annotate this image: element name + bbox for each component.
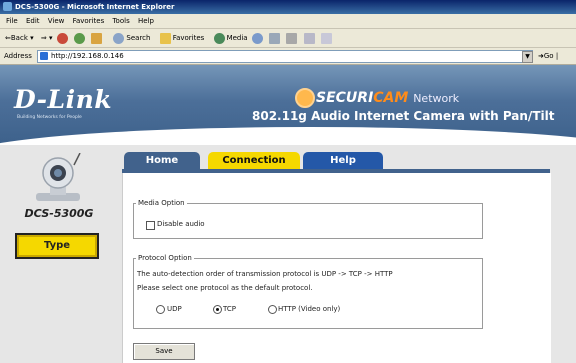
menu-favorites[interactable]: Favorites [73, 14, 105, 28]
media-button[interactable]: Media [212, 29, 248, 47]
disable-audio-label[interactable]: Disable audio [157, 220, 205, 228]
home-icon[interactable] [91, 32, 103, 44]
securicam-logo-icon [295, 88, 315, 108]
menu-edit[interactable]: Edit [26, 14, 40, 28]
tab-help[interactable]: Help [303, 152, 383, 169]
dlink-tagline: Building Networks for People [17, 115, 82, 120]
favorites-button[interactable]: Favorites [158, 29, 205, 47]
http-label[interactable]: HTTP (Video only) [278, 305, 340, 313]
type-button[interactable]: Type [15, 233, 99, 259]
http-radio[interactable] [268, 305, 277, 314]
window-titlebar: DCS-5300G - Microsoft Internet Explorer [0, 0, 576, 14]
favorites-label: Favorites [172, 34, 205, 42]
discuss-icon[interactable] [320, 32, 332, 44]
securicam-part2: CAM [373, 90, 409, 106]
search-button[interactable]: Search [111, 29, 150, 47]
window-title: DCS-5300G - Microsoft Internet Explorer [15, 3, 175, 11]
tab-connection[interactable]: Connection [208, 152, 300, 169]
media-label: Media [226, 34, 248, 42]
product-title: 802.11g Audio Internet Camera with Pan/T… [252, 109, 555, 123]
sidebar: DCS-5300G Type [0, 145, 118, 363]
page-icon [40, 52, 48, 60]
stop-icon[interactable] [56, 32, 68, 44]
tab-home[interactable]: Home [124, 152, 200, 169]
go-label: Go [543, 52, 554, 60]
search-icon [113, 32, 125, 44]
page-header: D-Link Building Networks for People SECU… [0, 65, 576, 145]
menu-tools[interactable]: Tools [112, 14, 129, 28]
menu-view[interactable]: View [48, 14, 65, 28]
print-icon[interactable] [286, 32, 298, 44]
header-wave [0, 127, 576, 145]
menu-file[interactable]: File [6, 14, 18, 28]
browser-toolbar: ⇐Back ▾ ⇒ ▾ Search Favorites Media [0, 29, 576, 48]
go-button[interactable]: ➜Go | [538, 48, 558, 64]
save-button[interactable]: Save [133, 343, 195, 360]
menu-bar: File Edit View Favorites Tools Help [0, 14, 576, 29]
udp-label[interactable]: UDP [167, 305, 182, 313]
securicam-part1: SECURI [316, 90, 374, 106]
back-label: Back [10, 34, 28, 42]
dlink-logo: D-Link [14, 85, 113, 114]
udp-radio[interactable] [156, 305, 165, 314]
menu-help[interactable]: Help [138, 14, 154, 28]
securicam-brand: SECURICAM Network [316, 90, 536, 106]
address-bar: Address http://192.168.0.146 ▼ ➜Go | [0, 48, 576, 65]
address-input[interactable]: http://192.168.0.146 [37, 50, 533, 63]
address-url: http://192.168.0.146 [51, 52, 124, 60]
media-icon [213, 32, 225, 44]
protocol-order-text: The auto-detection order of transmission… [137, 270, 393, 278]
back-button[interactable]: ⇐Back ▾ [5, 29, 34, 47]
media-option-group: Media Option [133, 199, 483, 239]
model-label: DCS-5300G [24, 207, 94, 220]
network-label: Network [413, 92, 460, 105]
tcp-radio[interactable] [213, 305, 222, 314]
address-dropdown-button[interactable]: ▼ [522, 51, 533, 63]
address-label: Address [4, 52, 32, 60]
favorites-icon [159, 32, 171, 44]
refresh-icon[interactable] [73, 32, 85, 44]
disable-audio-checkbox[interactable] [146, 221, 155, 230]
protocol-instruction-text: Please select one protocol as the defaul… [137, 284, 313, 292]
camera-image [36, 153, 81, 201]
history-icon[interactable] [251, 32, 263, 44]
edit-icon[interactable] [303, 32, 315, 44]
media-option-legend: Media Option [138, 199, 185, 207]
forward-button[interactable]: ⇒ ▾ [41, 29, 53, 47]
search-label: Search [126, 34, 151, 42]
protocol-option-legend: Protocol Option [138, 254, 192, 262]
mail-icon[interactable] [269, 32, 281, 44]
ie-icon [3, 2, 12, 11]
tcp-label[interactable]: TCP [223, 305, 236, 313]
